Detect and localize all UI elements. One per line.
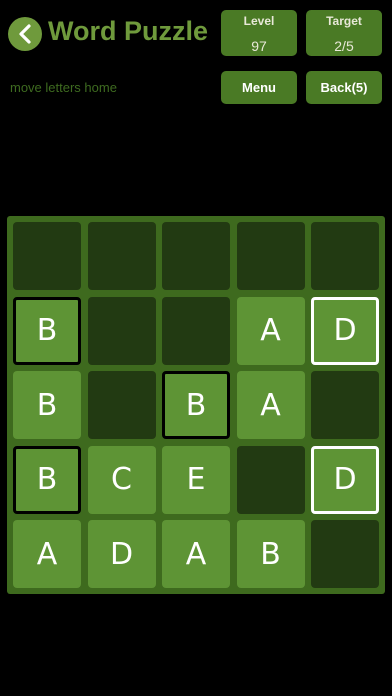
level-value: 97 — [251, 38, 267, 54]
chevron-left-icon — [19, 24, 31, 44]
letter-tile[interactable]: A — [162, 520, 230, 588]
empty-cell[interactable] — [162, 222, 230, 290]
target-box: Target 2/5 — [306, 10, 382, 56]
instruction-text: move letters home — [10, 80, 117, 95]
letter-tile[interactable]: B — [236, 520, 305, 588]
letter-tile[interactable]: A — [236, 296, 305, 365]
letter-tile[interactable]: D — [311, 296, 379, 365]
empty-cell[interactable] — [13, 222, 81, 290]
back-arrow-button[interactable] — [8, 17, 42, 51]
letter-tile[interactable]: B — [13, 445, 81, 514]
letter-tile[interactable]: D — [311, 445, 379, 514]
empty-cell[interactable] — [311, 520, 379, 588]
target-label: Target — [326, 14, 362, 28]
empty-cell[interactable] — [311, 371, 379, 439]
empty-cell[interactable] — [87, 296, 156, 365]
level-label: Level — [243, 14, 275, 28]
letter-tile[interactable]: A — [236, 371, 305, 439]
empty-cell[interactable] — [162, 296, 230, 365]
letter-tile[interactable]: A — [13, 520, 81, 588]
letter-tile[interactable]: C — [87, 445, 156, 514]
undo-back-button[interactable]: Back(5) — [306, 71, 382, 104]
empty-cell[interactable] — [87, 222, 156, 290]
game-board: BADBBABCEDADAB — [7, 216, 385, 594]
empty-cell[interactable] — [311, 222, 379, 290]
letter-tile[interactable]: E — [162, 445, 230, 514]
level-box: Level 97 — [221, 10, 297, 56]
letter-tile[interactable]: D — [87, 520, 156, 588]
empty-cell[interactable] — [236, 445, 305, 514]
letter-tile[interactable]: B — [13, 296, 81, 365]
letter-tile[interactable]: B — [13, 371, 81, 439]
empty-cell[interactable] — [236, 222, 305, 290]
letter-tile[interactable]: B — [162, 371, 230, 439]
menu-button[interactable]: Menu — [221, 71, 297, 104]
target-value: 2/5 — [334, 38, 354, 54]
page-title: Word Puzzle — [48, 16, 209, 46]
empty-cell[interactable] — [87, 371, 156, 439]
